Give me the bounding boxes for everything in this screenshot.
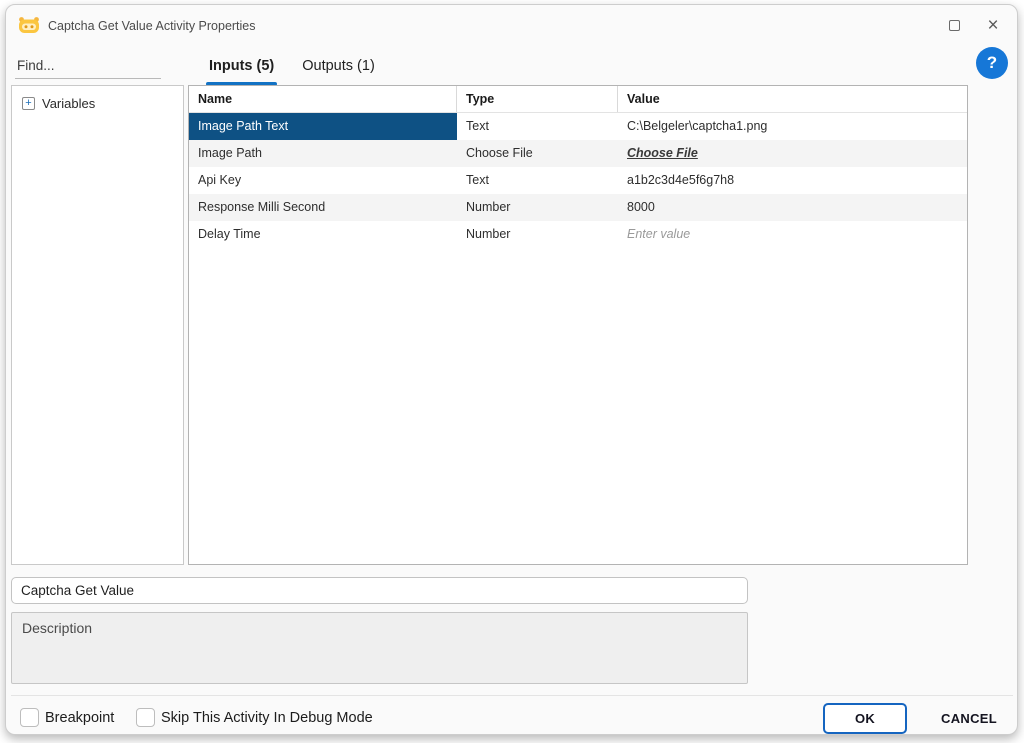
table-row[interactable]: Image Path Text Text C:\Belgeler\captcha1.… — [189, 113, 967, 140]
row-type-cell: Choose File — [466, 146, 533, 160]
choose-file-link[interactable]: Choose File — [618, 140, 967, 167]
footer-bar: Breakpoint Skip This Activity In Debug M… — [6, 697, 1017, 736]
row-value-cell[interactable]: 8000 — [618, 194, 967, 221]
row-type-cell: Text — [466, 119, 489, 133]
skip-debug-checkbox[interactable] — [136, 708, 155, 727]
row-type-cell: Number — [466, 227, 511, 241]
properties-table: Name Type Value Image Path Text Text C:\Be… — [188, 85, 968, 565]
ok-button[interactable]: OK — [823, 703, 907, 734]
maximize-button[interactable] — [942, 13, 966, 37]
column-header-value[interactable]: Value — [618, 86, 967, 112]
tab-outputs[interactable]: Outputs (1) — [292, 51, 385, 87]
tree-item-label: Variables — [42, 96, 96, 111]
row-type-cell: Number — [466, 200, 511, 214]
cancel-button[interactable]: CANCEL — [926, 703, 1012, 734]
row-name-cell: Image Path — [198, 146, 262, 160]
table-row[interactable]: Api Key Text a1b2c3d4e5f6g7h8 — [189, 167, 967, 194]
close-button[interactable]: × — [981, 13, 1005, 37]
table-rows: Image Path Text Text C:\Belgeler\captcha1.… — [189, 113, 967, 248]
dialog-window: Captcha Get Value Activity Properties × … — [5, 4, 1018, 735]
column-header-type[interactable]: Type — [457, 86, 618, 112]
tree-item-variables[interactable]: + Variables — [12, 86, 183, 111]
row-name-cell: Delay Time — [198, 227, 261, 241]
table-row[interactable]: Delay Time Number Enter value — [189, 221, 967, 248]
table-header: Name Type Value — [189, 86, 967, 113]
find-input[interactable] — [15, 53, 161, 79]
help-button[interactable]: ? — [976, 47, 1008, 79]
maximize-icon — [948, 19, 960, 31]
row-name-cell: Response Milli Second — [198, 200, 326, 214]
row-name-cell: Image Path Text — [189, 113, 457, 140]
skip-debug-label: Skip This Activity In Debug Mode — [161, 710, 373, 726]
tree-expander-icon[interactable]: + — [22, 97, 35, 110]
footer-divider — [11, 695, 1013, 696]
robot-icon — [19, 17, 39, 33]
column-header-name[interactable]: Name — [189, 86, 457, 112]
row-type-cell: Text — [466, 173, 489, 187]
tab-inputs[interactable]: Inputs (5) — [199, 51, 284, 87]
tab-bar: Inputs (5) Outputs (1) — [199, 51, 385, 87]
title-bar: Captcha Get Value Activity Properties × — [6, 5, 1017, 45]
table-row[interactable]: Image Path Choose File Choose File — [189, 140, 967, 167]
row-value-cell[interactable]: Enter value — [618, 221, 967, 248]
breakpoint-checkbox[interactable] — [20, 708, 39, 727]
row-value-cell[interactable]: C:\Belgeler\captcha1.png — [618, 113, 967, 140]
table-row[interactable]: Response Milli Second Number 8000 — [189, 194, 967, 221]
window-title: Captcha Get Value Activity Properties — [48, 19, 256, 33]
activity-name-input[interactable] — [11, 577, 748, 604]
row-name-cell: Api Key — [198, 173, 242, 187]
description-input[interactable] — [11, 612, 748, 684]
breakpoint-label: Breakpoint — [45, 710, 115, 726]
row-value-cell[interactable]: a1b2c3d4e5f6g7h8 — [618, 167, 967, 194]
variables-panel: + Variables — [11, 85, 184, 565]
